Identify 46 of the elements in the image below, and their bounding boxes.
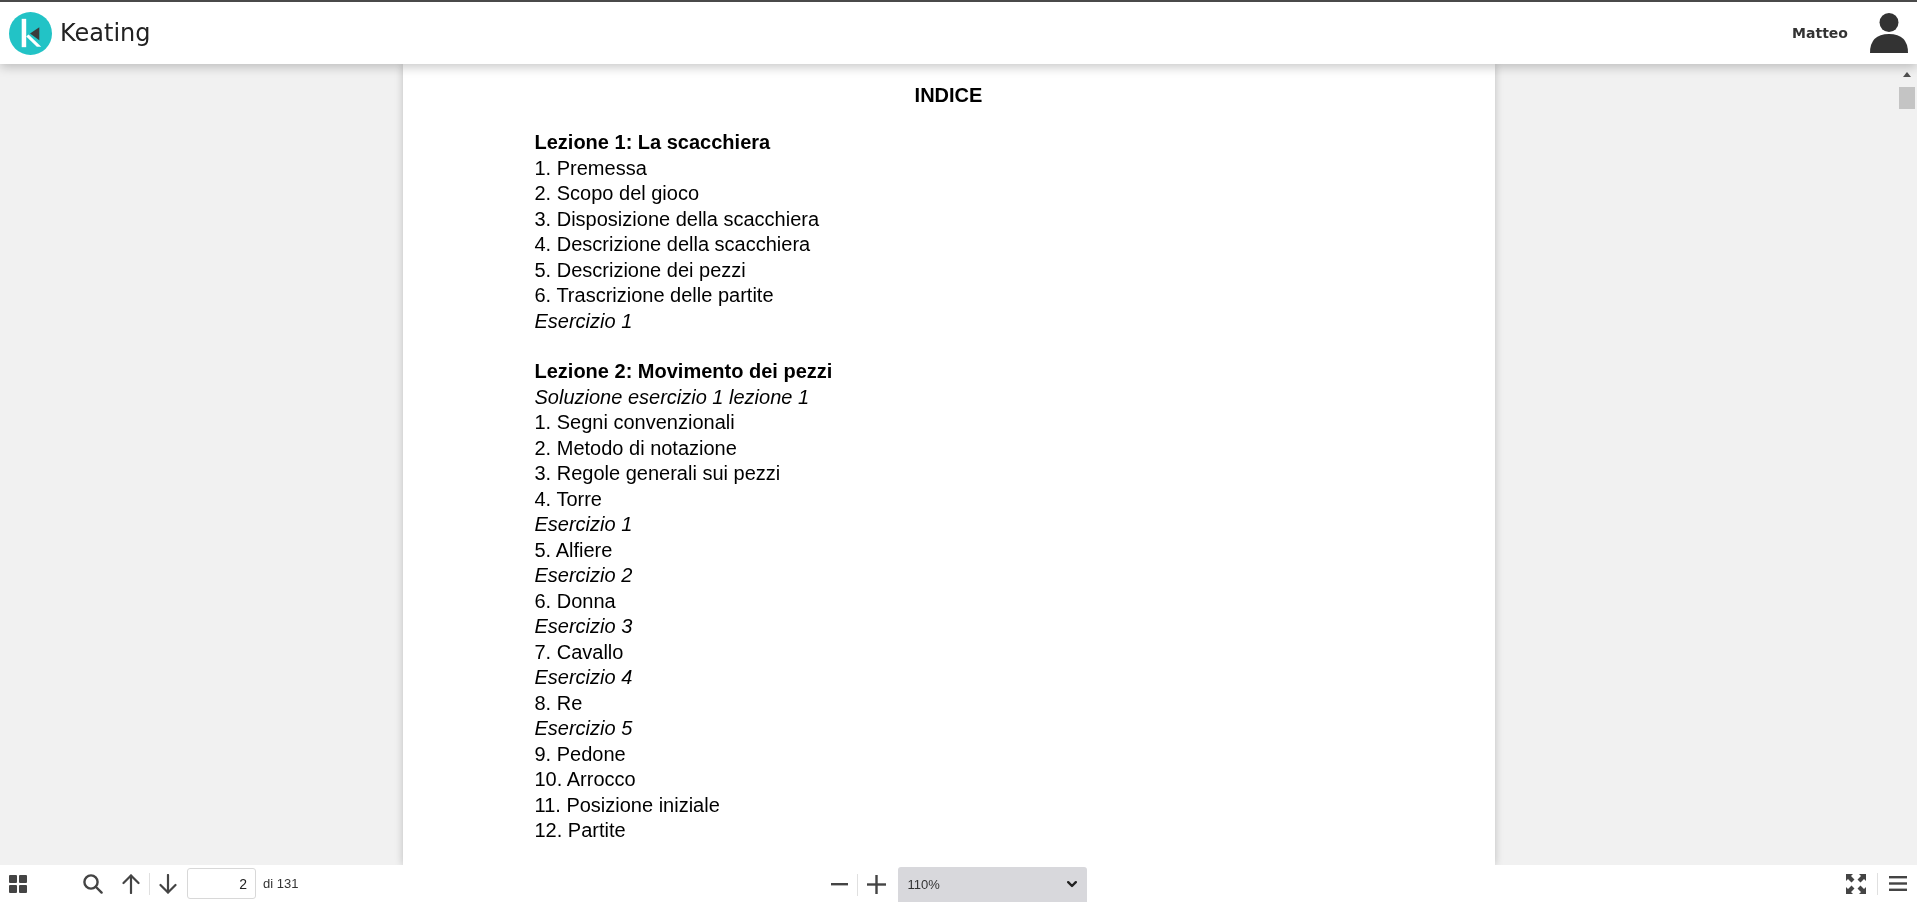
exercise-entry: Esercizio 4 xyxy=(534,665,634,690)
toc-entry: 4. Torre xyxy=(534,486,603,512)
exercise-entry: Esercizio 2 xyxy=(534,563,634,588)
app-name: Keating xyxy=(60,18,151,48)
exercise-entry: Esercizio 1 xyxy=(534,512,634,537)
toc-entry: 7. Cavallo xyxy=(534,639,625,665)
corner-arrows-icon[interactable] xyxy=(1846,873,1866,894)
chevron-down-icon xyxy=(1066,881,1077,888)
toc-entry: 4. Descrizione della scacchiera xyxy=(534,232,812,257)
toc-entry: 3. Disposizione della scacchiera xyxy=(534,206,821,232)
page-count: di 131 xyxy=(263,876,299,891)
user-name[interactable]: Matteo xyxy=(1792,24,1848,42)
minus-icon[interactable] xyxy=(830,883,848,886)
toc-entry: 9. Pedone xyxy=(534,741,627,767)
toc-entry: 1. Segni convenzionali xyxy=(534,410,736,435)
toc-entry: 8. Re xyxy=(534,690,584,716)
index-title: INDICE xyxy=(913,83,984,108)
exercise-entry: Esercizio 5 xyxy=(534,716,634,741)
toc-entry: 6. Donna xyxy=(534,588,617,614)
toc-entry: 6. Trascrizione delle partite xyxy=(534,283,775,308)
toc-entry: 5. Descrizione dei pezzi xyxy=(534,257,747,283)
lesson-heading: Lezione 1: La scacchiera xyxy=(534,130,772,155)
exercise-entry: Esercizio 1 xyxy=(534,308,634,334)
toc-entry: 10. Arrocco xyxy=(534,767,637,792)
arrow-down-icon[interactable] xyxy=(159,873,177,894)
toc-entry: 2. Scopo del gioco xyxy=(534,181,701,206)
user-avatar-icon[interactable] xyxy=(1870,13,1908,53)
toc-entry: 2. Metodo di notazione xyxy=(534,435,738,461)
grid-icon[interactable] xyxy=(9,874,27,893)
toc-entry: 1. Premessa xyxy=(534,155,648,181)
toc-entry: 12. Partite xyxy=(534,818,627,843)
scroll-up-arrow-icon[interactable] xyxy=(1903,72,1911,77)
exercise-entry: Esercizio 3 xyxy=(534,614,634,639)
plus-icon[interactable] xyxy=(866,875,886,894)
toc-entry: 3. Regole generali sui pezzi xyxy=(534,461,782,486)
toc-entry: 5. Alfiere xyxy=(534,537,614,563)
scrollbar-thumb[interactable] xyxy=(1899,87,1915,109)
logo-icon xyxy=(9,11,52,55)
toc-entry: 11. Posizione iniziale xyxy=(534,792,721,818)
menu-icon[interactable] xyxy=(1889,876,1907,891)
search-icon[interactable] xyxy=(83,873,103,894)
arrow-up-icon[interactable] xyxy=(122,873,140,894)
exercise-entry: Soluzione esercizio 1 lezione 1 xyxy=(534,384,811,410)
page-number-input[interactable]: 2 xyxy=(187,868,256,899)
zoom-select[interactable]: 110% xyxy=(897,867,1087,902)
lesson-heading: Lezione 2: Movimento dei pezzi xyxy=(534,359,834,384)
